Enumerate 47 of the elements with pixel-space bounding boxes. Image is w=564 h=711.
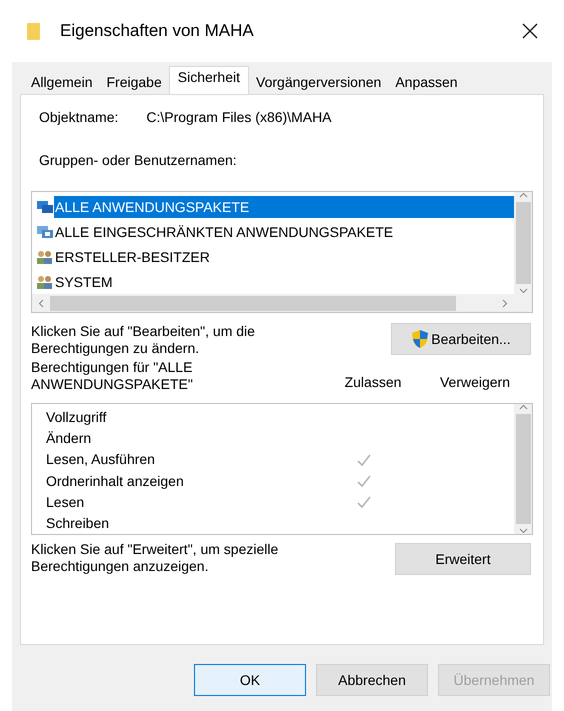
group-item[interactable]: ERSTELLER-BESITZER [54, 246, 514, 268]
checkmark-icon [356, 495, 372, 510]
scroll-right-icon[interactable] [502, 298, 508, 308]
scrollbar-thumb[interactable] [516, 202, 530, 284]
package-icon [36, 224, 54, 238]
scroll-left-icon[interactable] [38, 298, 44, 308]
permission-name: Lesen [46, 492, 86, 512]
users-icon [36, 250, 54, 264]
tab[interactable]: Freigabe [99, 70, 169, 94]
tab[interactable]: Sicherheit [168, 66, 250, 94]
scrollbar-thumb[interactable] [50, 296, 456, 310]
groups-label: Gruppen- oder Benutzernamen: [38, 151, 238, 170]
tab[interactable]: Allgemein [24, 70, 100, 94]
permissions-title: Berechtigungen für "ALLE ANWENDUNGSPAKETE" [31, 359, 194, 393]
users-icon [36, 274, 54, 288]
edit-hint: Klicken Sie auf "Bearbeiten", um die Berechtigungen zu ändern. [31, 323, 256, 357]
group-item[interactable]: SYSTEM [54, 270, 514, 292]
scroll-up-icon[interactable] [518, 404, 528, 410]
edit-button[interactable]: Bearbeiten... [391, 323, 531, 355]
advanced-button[interactable]: Erweitert [395, 543, 531, 575]
scrollbar-thumb[interactable] [516, 414, 530, 524]
scroll-down-icon[interactable] [518, 528, 528, 534]
object-name-value: C:\Program Files (x86)\MAHA [146, 108, 332, 127]
window-title: Eigenschaften von MAHA [60, 20, 255, 42]
tab[interactable]: Vorgängerversionen [249, 70, 388, 94]
dialog-button[interactable]: Abbrechen [316, 664, 428, 696]
checkmark-icon [356, 474, 372, 488]
tab[interactable]: Anpassen [388, 70, 465, 94]
shield-icon [411, 329, 430, 349]
dialog-button[interactable]: OK [194, 664, 306, 696]
scroll-down-icon[interactable] [518, 288, 528, 294]
scroll-up-icon[interactable] [518, 192, 528, 198]
group-item[interactable]: ALLE ANWENDUNGSPAKETE [54, 196, 514, 218]
folder-icon [26, 21, 42, 41]
permission-name: Lesen, Ausführen [46, 450, 156, 470]
close-icon [521, 22, 539, 40]
deny-column-header: Verweigern [438, 373, 512, 392]
permission-name: Ordnerinhalt anzeigen [46, 472, 185, 491]
advanced-hint: Klicken Sie auf "Erweitert", um spezielle Berechtigungen anzuzeigen. [31, 541, 280, 575]
checkmark-icon [356, 452, 372, 467]
group-item[interactable]: ALLE EINGESCHRÄNKTEN ANWENDUNGSPAKETE [54, 220, 514, 242]
package-icon [36, 200, 54, 214]
permission-name: Schreiben [46, 514, 110, 533]
allow-column-header: Zulassen [344, 373, 402, 392]
permission-name: Vollzugriff [46, 408, 108, 428]
object-name-label: Objektname: [39, 108, 118, 127]
permission-name: Ändern [46, 429, 92, 448]
